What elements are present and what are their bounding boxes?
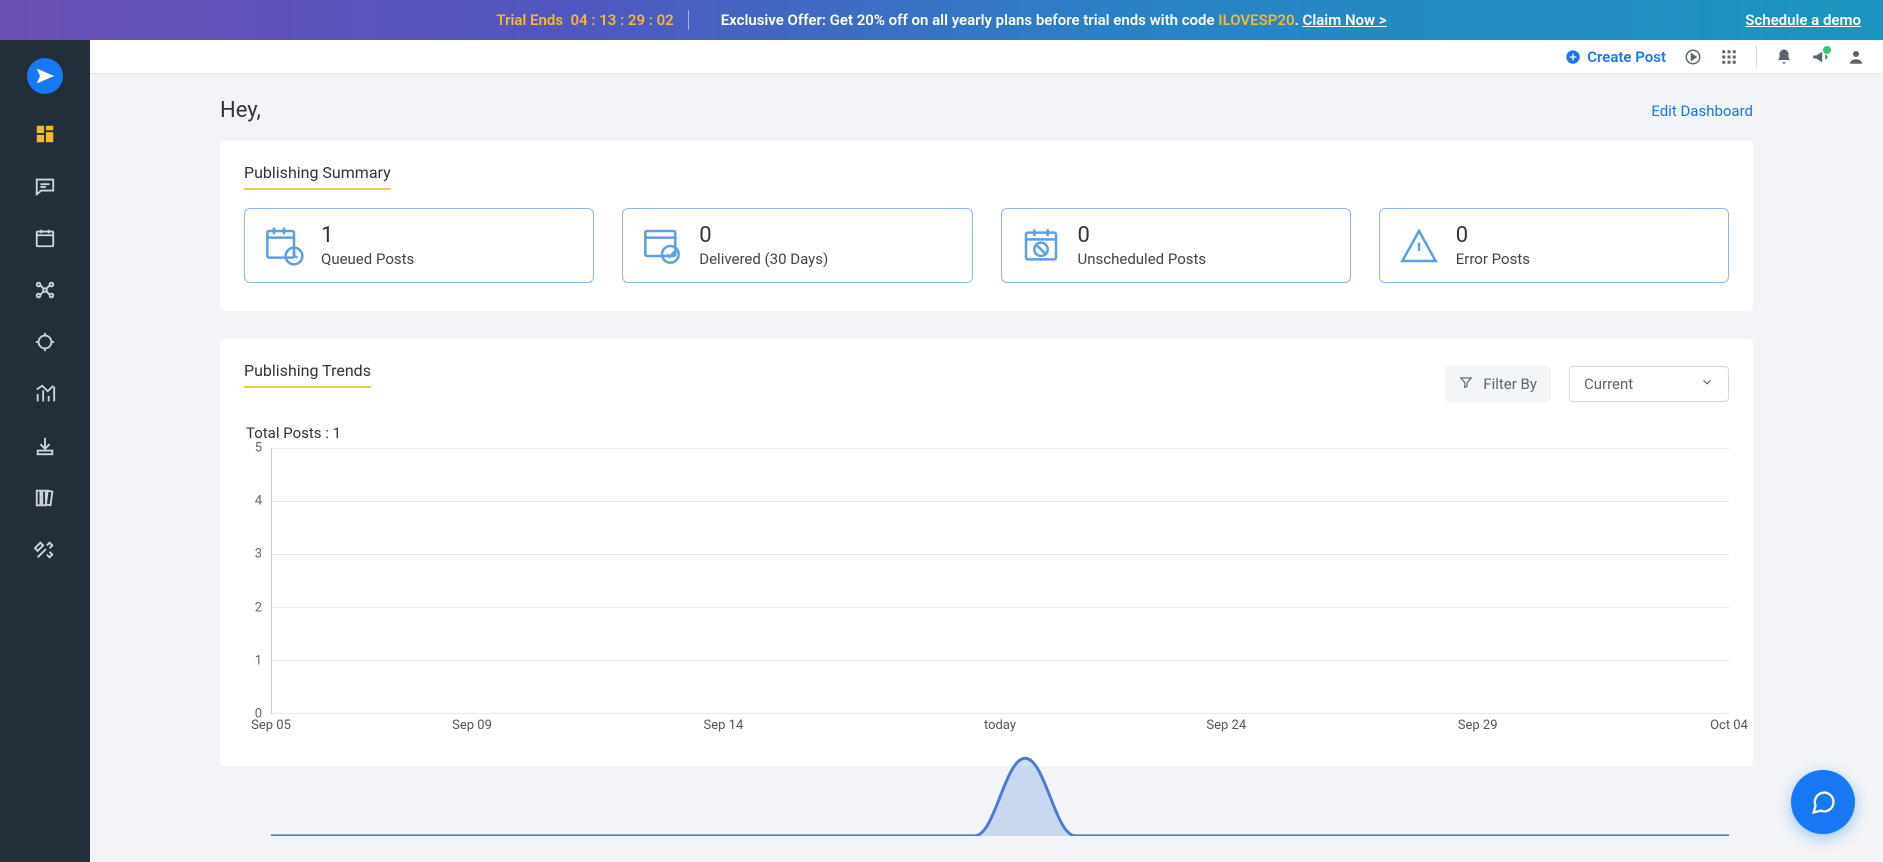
x-tick: Sep 05 bbox=[251, 718, 291, 733]
chevron-down-icon bbox=[1700, 375, 1714, 393]
x-tick: today bbox=[984, 718, 1016, 733]
x-tick: Sep 29 bbox=[1458, 718, 1498, 733]
edit-dashboard-link[interactable]: Edit Dashboard bbox=[1651, 102, 1753, 120]
create-post-button[interactable]: Create Post bbox=[1565, 48, 1666, 66]
summary-title: Publishing Summary bbox=[244, 163, 391, 190]
sidebar bbox=[0, 40, 90, 862]
offer-text: Exclusive Offer: Get 20% off on all year… bbox=[721, 11, 1387, 29]
schedule-demo-link[interactable]: Schedule a demo bbox=[1737, 11, 1861, 29]
delivered-card[interactable]: 0 Delivered (30 Days) bbox=[622, 208, 972, 283]
total-posts-label: Total Posts : 1 bbox=[246, 424, 1729, 442]
nav-target-icon[interactable] bbox=[33, 330, 57, 354]
card-label: Error Posts bbox=[1456, 250, 1530, 268]
greeting: Hey, bbox=[220, 98, 261, 123]
nav-messages-icon[interactable] bbox=[33, 174, 57, 198]
chat-fab[interactable] bbox=[1791, 770, 1855, 834]
card-value: 0 bbox=[1456, 223, 1530, 248]
trial-countdown: 04 : 13 : 29 : 02 bbox=[571, 11, 674, 29]
card-label: Unscheduled Posts bbox=[1078, 250, 1207, 268]
browser-check-icon bbox=[641, 225, 683, 267]
period-select[interactable]: Current bbox=[1569, 366, 1729, 402]
card-value: 1 bbox=[321, 223, 414, 248]
nav-tools-icon[interactable] bbox=[33, 538, 57, 562]
bell-icon[interactable] bbox=[1775, 48, 1793, 66]
announcement-icon[interactable] bbox=[1811, 48, 1829, 66]
error-posts-card[interactable]: 0 Error Posts bbox=[1379, 208, 1729, 283]
card-value: 0 bbox=[1078, 223, 1207, 248]
apps-grid-icon[interactable] bbox=[1720, 48, 1738, 66]
x-tick: Sep 24 bbox=[1206, 718, 1246, 733]
topbar-divider bbox=[1756, 46, 1757, 68]
calendar-blocked-icon bbox=[1020, 225, 1062, 267]
card-label: Queued Posts bbox=[321, 250, 414, 268]
nav-network-icon[interactable] bbox=[33, 278, 57, 302]
queued-posts-card[interactable]: 1 Queued Posts bbox=[244, 208, 594, 283]
unscheduled-card[interactable]: 0 Unscheduled Posts bbox=[1001, 208, 1351, 283]
x-tick: Sep 09 bbox=[452, 718, 492, 733]
nav-analytics-icon[interactable] bbox=[33, 382, 57, 406]
claim-now-link[interactable]: Claim Now > bbox=[1303, 11, 1387, 29]
y-tick: 1 bbox=[255, 653, 262, 668]
y-tick: 3 bbox=[255, 547, 262, 562]
card-label: Delivered (30 Days) bbox=[699, 250, 828, 268]
trends-title: Publishing Trends bbox=[244, 361, 371, 388]
play-icon[interactable] bbox=[1684, 48, 1702, 66]
calendar-clock-icon bbox=[263, 225, 305, 267]
nav-calendar-icon[interactable] bbox=[33, 226, 57, 250]
filter-icon bbox=[1459, 375, 1473, 393]
y-tick: 2 bbox=[255, 600, 262, 615]
nav-download-icon[interactable] bbox=[33, 434, 57, 458]
nav-dashboard-icon[interactable] bbox=[33, 122, 57, 146]
profile-icon[interactable] bbox=[1847, 48, 1865, 66]
topbar: Create Post bbox=[90, 40, 1883, 74]
banner-separator bbox=[688, 10, 689, 30]
trends-chart: 012345 Sep 05Sep 09Sep 14todaySep 24Sep … bbox=[246, 448, 1729, 738]
app-logo[interactable] bbox=[27, 58, 63, 94]
x-tick: Sep 14 bbox=[704, 718, 744, 733]
nav-library-icon[interactable] bbox=[33, 486, 57, 510]
x-tick: Oct 04 bbox=[1710, 718, 1748, 733]
filter-by-button[interactable]: Filter By bbox=[1445, 366, 1551, 402]
card-value: 0 bbox=[699, 223, 828, 248]
promo-code: ILOVESP20 bbox=[1218, 11, 1294, 29]
warning-icon bbox=[1398, 225, 1440, 267]
y-tick: 5 bbox=[255, 441, 262, 456]
publishing-summary-panel: Publishing Summary 1 Queued Posts 0 Delive… bbox=[220, 141, 1753, 311]
trial-ends-label: Trial Ends 04 : 13 : 29 : 02 bbox=[496, 11, 673, 29]
y-tick: 4 bbox=[255, 494, 262, 509]
trial-banner: Trial Ends 04 : 13 : 29 : 02 Exclusive O… bbox=[0, 0, 1883, 40]
publishing-trends-panel: Publishing Trends Filter By Current Tota… bbox=[220, 339, 1753, 766]
